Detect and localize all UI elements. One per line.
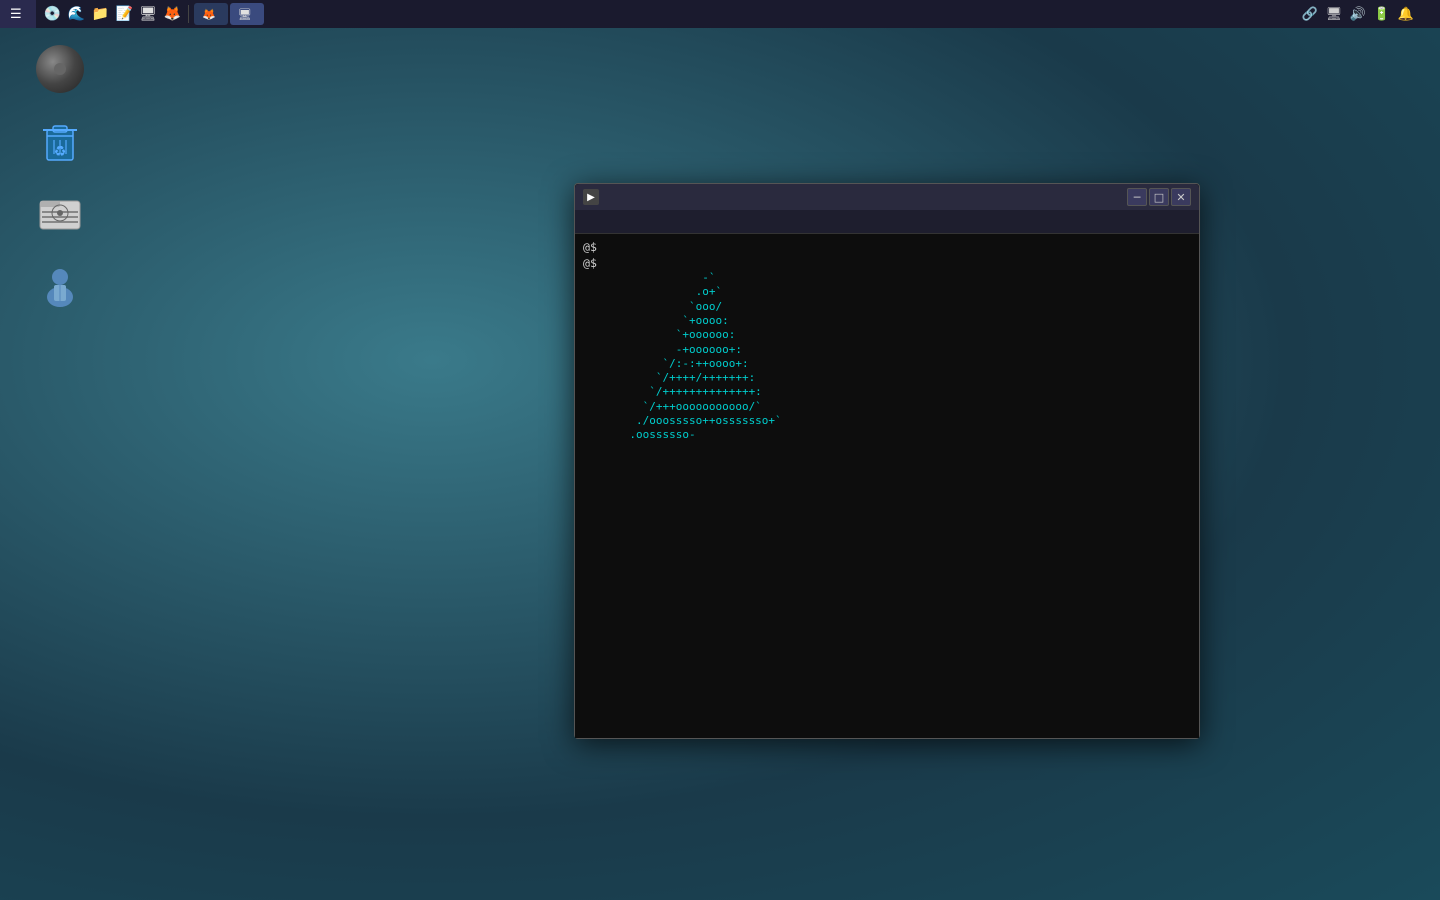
taskbar-app-area: 💿 🌊 📁 📝 🖥 🦊 🦊 🖥	[36, 3, 1292, 25]
network-icon[interactable]: 🔗	[1302, 6, 1318, 22]
menu-tabs[interactable]	[663, 220, 671, 224]
desktop: ☰ 💿 🌊 📁 📝 🖥 🦊 🦊 🖥 🔗 🖥 🔊 🔋 🔔	[0, 0, 1440, 900]
menu-file[interactable]	[583, 220, 591, 224]
home-icon	[36, 261, 84, 309]
taskbar-files-icon[interactable]: 📁	[89, 3, 111, 25]
terminal-controls: ─ □ ✕	[1127, 188, 1191, 206]
desktop-icon-area: ♻	[20, 40, 100, 318]
svg-text:♻: ♻	[54, 144, 67, 160]
desktop-icon-vmware[interactable]	[20, 40, 100, 102]
taskbar-xfce-icon[interactable]: 🖥	[137, 3, 159, 25]
taskbar-text-icon[interactable]: 📝	[113, 3, 135, 25]
audio-icon[interactable]: 🔊	[1350, 6, 1366, 22]
taskbar-separator	[188, 5, 189, 23]
terminal-window: ▶ ─ □ ✕ @$	[574, 183, 1200, 739]
terminal-icon: ▶	[583, 189, 599, 205]
preferences-window-icon: 🦊	[202, 8, 216, 21]
terminal-titlebar[interactable]: ▶ ─ □ ✕	[575, 184, 1199, 210]
vmware-tools-icon	[36, 45, 84, 93]
desktop-icon-filesystem[interactable]	[20, 184, 100, 246]
taskbar-vmware-icon[interactable]: 💿	[41, 3, 63, 25]
taskbar-browser-icon[interactable]: 🌊	[65, 3, 87, 25]
menu-view[interactable]	[623, 220, 631, 224]
neofetch-output: -` .o+` `ooo/ `+oooo: `+oooooo: -+oooooo…	[583, 271, 1191, 443]
menu-icon: ☰	[10, 7, 22, 22]
desktop-icon-trash[interactable]: ♻	[20, 112, 100, 174]
trash-icon: ♻	[36, 117, 84, 165]
taskbar-firefox-icon[interactable]: 🦊	[161, 3, 183, 25]
taskbar: ☰ 💿 🌊 📁 📝 🖥 🦊 🦊 🖥 🔗 🖥 🔊 🔋 🔔	[0, 0, 1440, 28]
menu-edit[interactable]	[603, 220, 611, 224]
terminal-menubar	[575, 210, 1199, 234]
battery-icon[interactable]: 🔋	[1374, 6, 1390, 22]
menu-help[interactable]	[683, 220, 691, 224]
terminal-body[interactable]: @$ @$ -` .o+` `ooo/ `+oooo: `+oooooo: -+…	[575, 234, 1199, 738]
neofetch-ascii-art: -` .o+` `ooo/ `+oooo: `+oooooo: -+oooooo…	[583, 271, 903, 443]
taskbar-window-terminal[interactable]: 🖥	[230, 3, 264, 25]
maximize-button[interactable]: □	[1149, 188, 1169, 206]
taskbar-menu-button[interactable]: ☰	[0, 0, 36, 28]
display-icon[interactable]: 🖥	[1326, 6, 1342, 22]
terminal-prompt-2: @$	[583, 256, 1191, 272]
minimize-button[interactable]: ─	[1127, 188, 1147, 206]
desktop-icon-home[interactable]	[20, 256, 100, 318]
taskbar-window-preferences[interactable]: 🦊	[194, 3, 228, 25]
terminal-window-icon: 🖥	[238, 8, 252, 21]
close-button[interactable]: ✕	[1171, 188, 1191, 206]
menu-terminal[interactable]	[643, 220, 651, 224]
taskbar-right-area: 🔗 🖥 🔊 🔋 🔔	[1292, 6, 1440, 22]
notification-icon[interactable]: 🔔	[1398, 6, 1414, 22]
terminal-prompt-1: @$	[583, 240, 1191, 256]
filesystem-icon	[36, 189, 84, 237]
